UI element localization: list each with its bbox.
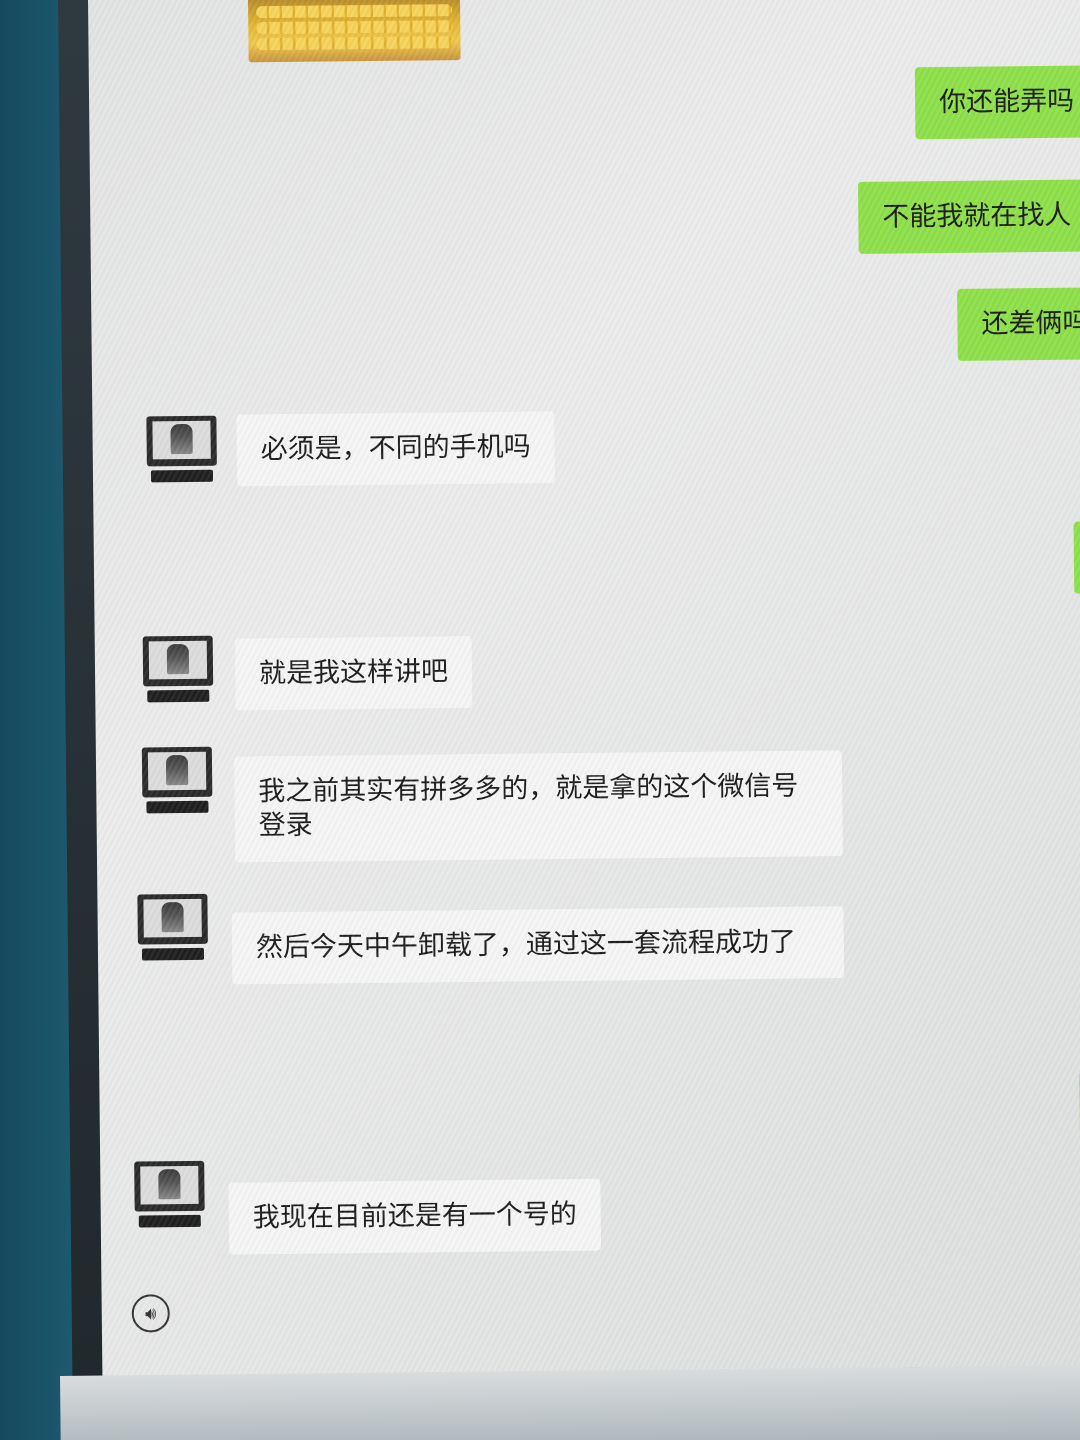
sent-message-text: 你还能弄吗	[938, 85, 1075, 119]
image-message-thumbnail[interactable]	[247, 0, 461, 63]
monitor-bottom-edge	[60, 1365, 1080, 1440]
voice-input-icon: 🔊︎	[144, 1302, 157, 1324]
sent-message-bubble[interactable]	[1073, 521, 1080, 594]
contact-avatar[interactable]	[141, 746, 213, 818]
received-message-text: 然后今天中午卸载了，通过这一套流程成功了	[255, 926, 797, 964]
received-message-text: 我之前其实有拼多多的，就是拿的这个微信号登录	[258, 770, 799, 842]
contact-avatar[interactable]	[146, 415, 217, 487]
voice-input-button[interactable]: 🔊︎	[131, 1294, 170, 1333]
received-message-bubble[interactable]: 就是我这样讲吧	[234, 636, 473, 711]
sent-message-bubble[interactable]: 还差俩吗	[957, 287, 1080, 361]
received-message-bubble[interactable]: 必须是，不同的手机吗	[236, 411, 556, 487]
sent-message-bubble[interactable]: 你还能弄吗	[914, 65, 1080, 140]
contact-avatar[interactable]	[142, 635, 214, 707]
sent-message-text: 不能我就在找人	[882, 199, 1072, 233]
sent-message-text: 还差俩吗	[981, 307, 1080, 340]
received-message-bubble[interactable]: 我现在目前还是有一个号的	[228, 1178, 602, 1255]
received-message-text: 就是我这样讲吧	[258, 656, 449, 690]
received-message-bubble[interactable]: 然后今天中午卸载了，通过这一套流程成功了	[231, 906, 845, 985]
chat-window: 你还能弄吗 不能我就在找人 还差俩吗 必须是，不同的手机吗 就是我这样讲吧 我之…	[88, 0, 1080, 1376]
contact-avatar[interactable]	[134, 1160, 205, 1232]
received-message-text: 必须是，不同的手机吗	[260, 431, 531, 466]
received-message-bubble[interactable]: 我之前其实有拼多多的，就是拿的这个微信号登录	[233, 750, 844, 863]
sent-message-bubble[interactable]: 不能我就在找人	[857, 179, 1080, 254]
contact-avatar[interactable]	[137, 893, 208, 965]
received-message-text: 我现在目前还是有一个号的	[252, 1198, 577, 1234]
